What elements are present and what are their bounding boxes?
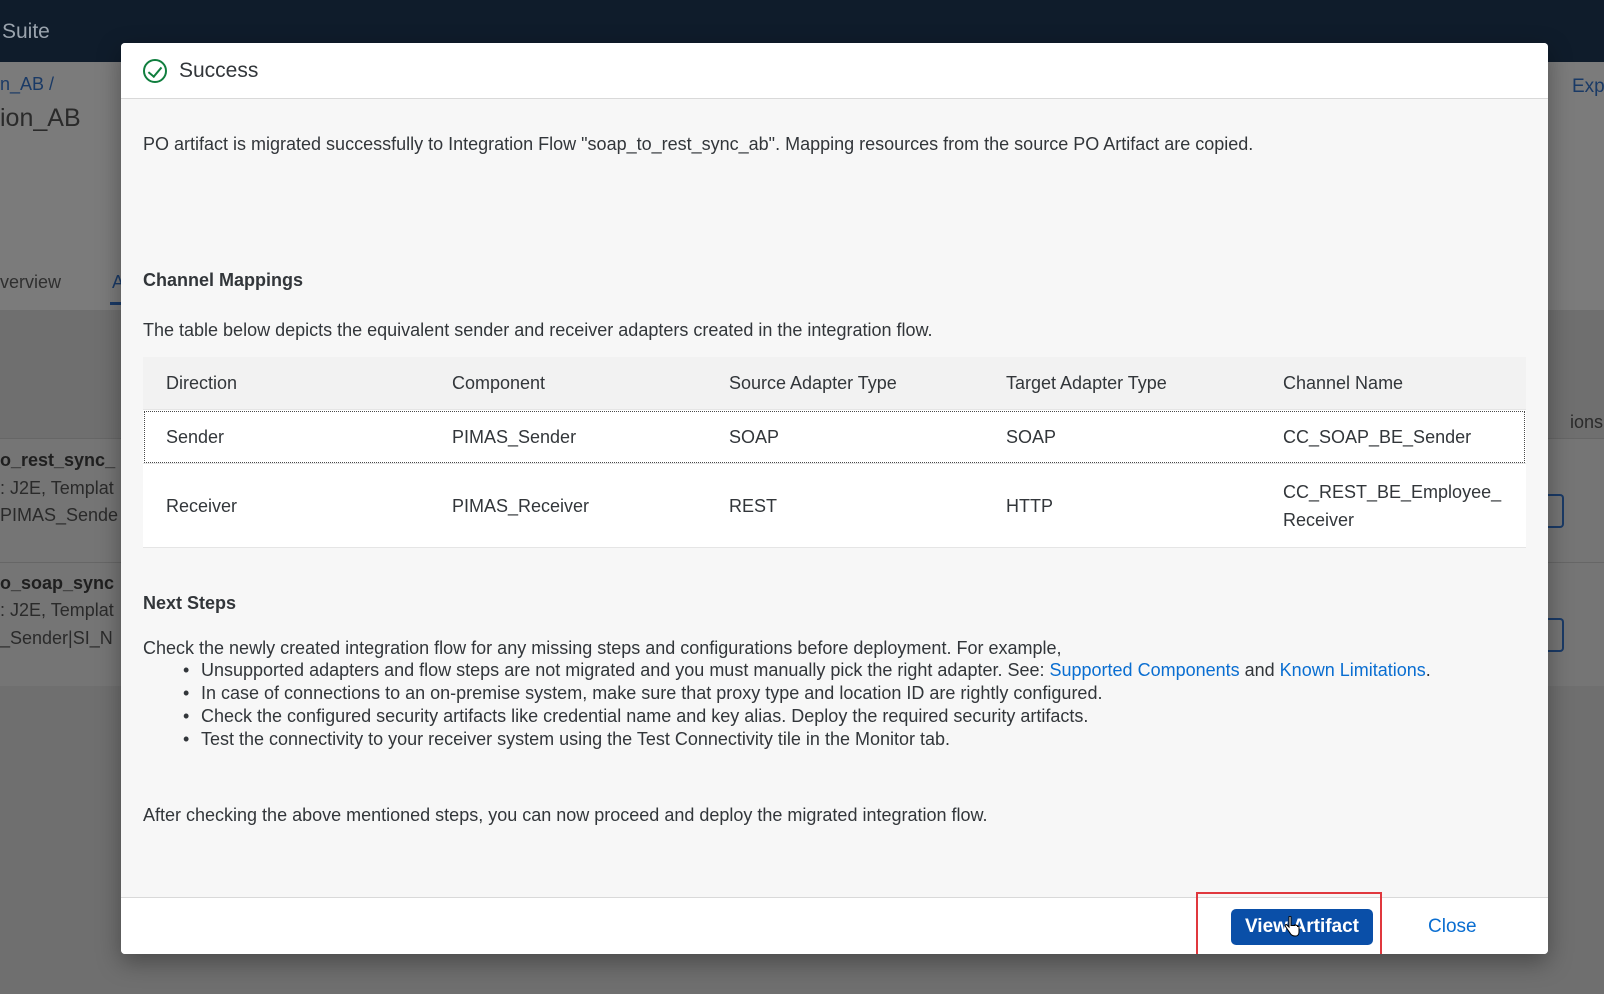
- table-cell: Sender: [166, 426, 225, 447]
- table-cell: SOAP: [1006, 426, 1057, 447]
- list-item: In case of connections to an on-premise …: [183, 682, 1501, 705]
- list-item: Unsupported adapters and flow steps are …: [183, 659, 1501, 682]
- page-title: ion_AB: [0, 104, 81, 132]
- next-steps-list: Unsupported adapters and flow steps are …: [183, 659, 1501, 751]
- column-header-component: Component: [452, 373, 546, 393]
- table-cell: CC_REST_BE_Employee_Receiver: [1283, 481, 1502, 530]
- after-text: After checking the above mentioned steps…: [143, 805, 988, 825]
- step-text: Unsupported adapters and flow steps are …: [201, 660, 1050, 680]
- list-item-title: o_soap_sync: [0, 573, 115, 593]
- table-cell: PIMAS_Receiver: [452, 495, 590, 516]
- list-item-subtitle: : J2E, Templat: [0, 600, 114, 620]
- table-cell: SOAP: [729, 426, 780, 447]
- list-item-title: o_rest_sync_: [0, 450, 116, 470]
- list-item-subtitle: _Sender|SI_N: [0, 628, 113, 648]
- table-row[interactable]: Sender PIMAS_Sender SOAP SOAP CC_SOAP_BE…: [143, 410, 1526, 464]
- shell-title: Suite: [2, 20, 50, 43]
- list-item: Test the connectivity to your receiver s…: [183, 728, 1501, 751]
- list-item: Check the configured security artifacts …: [183, 705, 1501, 728]
- known-limitations-link[interactable]: Known Limitations: [1280, 660, 1426, 680]
- check-circle-icon: [143, 58, 167, 83]
- list-item-subtitle: : J2E, Templat: [0, 478, 114, 498]
- step-text: and: [1239, 660, 1280, 680]
- next-steps-title: Next Steps: [143, 593, 237, 613]
- channel-mappings-table: Direction Component Source Adapter Type …: [143, 357, 1526, 548]
- column-header-target-adapter: Target Adapter Type: [1006, 373, 1167, 393]
- dialog-footer: View Artifact Close: [121, 892, 1548, 954]
- step-text: .: [1425, 660, 1431, 680]
- success-dialog: Success PO artifact is migrated successf…: [121, 43, 1548, 954]
- close-button[interactable]: Close: [1416, 909, 1489, 945]
- table-cell: REST: [729, 495, 778, 516]
- dialog-header: Success: [121, 43, 1548, 99]
- view-artifact-button[interactable]: View Artifact: [1231, 909, 1373, 945]
- column-header-source-adapter: Source Adapter Type: [729, 373, 897, 393]
- table-header-row: Direction Component Source Adapter Type …: [143, 357, 1526, 410]
- dialog-title: Success: [179, 58, 259, 82]
- channel-mappings-title: Channel Mappings: [143, 270, 304, 290]
- table-row[interactable]: Receiver PIMAS_Receiver REST HTTP CC_RES…: [143, 464, 1526, 548]
- table-cell: Receiver: [166, 495, 238, 516]
- hand-pointer-icon: [1284, 916, 1300, 937]
- column-header-channel-name: Channel Name: [1283, 373, 1404, 393]
- table-cell: CC_SOAP_BE_Sender: [1283, 426, 1472, 447]
- dialog-content: PO artifact is migrated successfully to …: [121, 100, 1548, 897]
- intro-text: PO artifact is migrated successfully to …: [143, 134, 1254, 154]
- next-steps-intro: Check the newly created integration flow…: [143, 638, 1062, 658]
- export-link[interactable]: Exp: [1572, 76, 1604, 98]
- column-header-direction: Direction: [166, 373, 238, 393]
- table-description: The table below depicts the equivalent s…: [143, 320, 933, 340]
- list-item-subtitle: PIMAS_Sende: [0, 505, 119, 525]
- supported-components-link[interactable]: Supported Components: [1050, 660, 1240, 680]
- table-cell: PIMAS_Sender: [452, 426, 577, 447]
- actions-header: ions: [1570, 412, 1604, 432]
- tab-overview[interactable]: verview: [0, 272, 61, 293]
- table-cell: HTTP: [1006, 495, 1053, 516]
- breadcrumb[interactable]: n_AB /: [0, 74, 54, 95]
